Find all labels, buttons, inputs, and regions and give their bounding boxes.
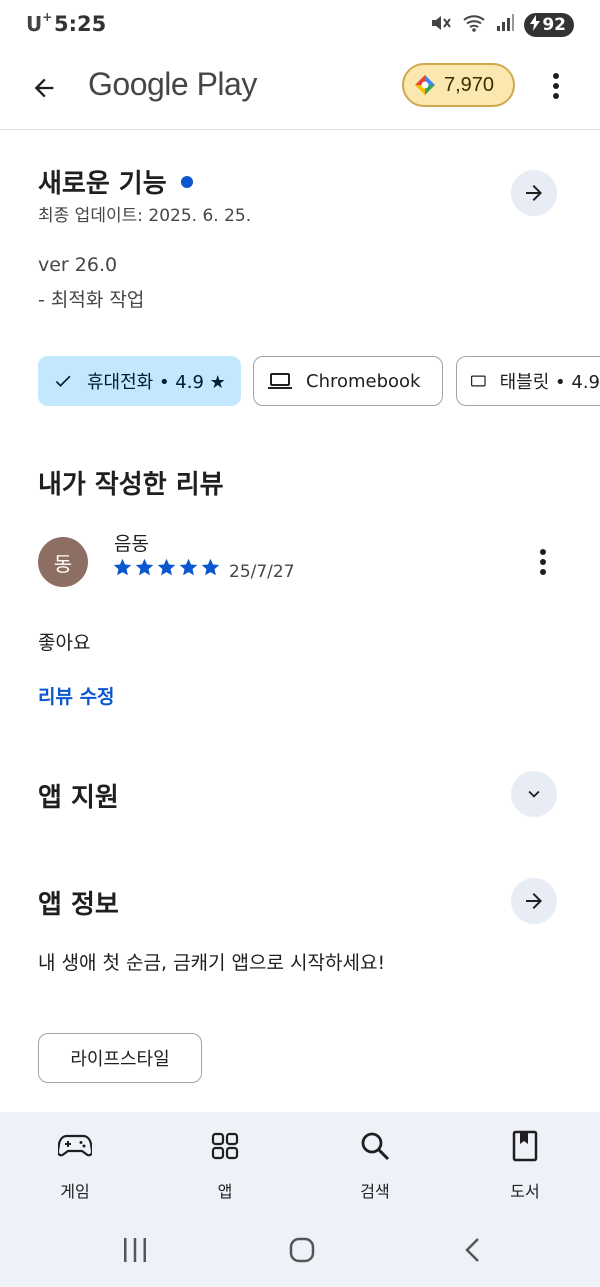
battery-level: 92 [542, 15, 566, 35]
battery-indicator: 92 [524, 13, 574, 37]
app-info-description: 내 생애 첫 순금, 금캐기 앱으로 시작하세요! [38, 952, 386, 974]
star-icon [113, 558, 132, 576]
apps-grid-icon [205, 1128, 245, 1164]
carrier-label: U+ [26, 10, 53, 36]
recent-apps-button[interactable] [110, 1225, 160, 1275]
device-chip-chromebook[interactable]: Chromebook [253, 356, 443, 406]
whats-new-title: 새로운 기능 [38, 163, 193, 200]
gamepad-icon [55, 1128, 95, 1164]
more-vert-icon [540, 549, 546, 575]
status-bar: U+ 5:25 92 [0, 0, 600, 50]
status-time: 5:25 [54, 12, 107, 36]
back-chevron-icon [465, 1238, 479, 1262]
nav-item-books[interactable]: 도서 [475, 1128, 575, 1202]
edit-review-link[interactable]: 리뷰 수정 [38, 682, 115, 709]
wifi-icon [462, 13, 486, 37]
search-icon [355, 1128, 395, 1164]
nav-item-apps[interactable]: 앱 [175, 1128, 275, 1202]
device-chip-tablet-label: 태블릿 • 4.9 [499, 372, 600, 393]
arrow-forward-icon [526, 185, 542, 201]
chevron-down-icon [528, 790, 540, 798]
signal-icon [496, 14, 515, 36]
avatar: 동 [38, 537, 88, 587]
more-options-button[interactable] [540, 70, 572, 102]
system-navigation-bar [0, 1225, 600, 1275]
home-button[interactable] [277, 1225, 327, 1275]
nav-label-books: 도서 [510, 1182, 540, 1201]
review-date: 25/7/27 [229, 562, 295, 582]
star-icon [135, 558, 154, 576]
star-icon [157, 558, 176, 576]
my-review-title: 내가 작성한 리뷰 [38, 470, 224, 500]
book-icon [505, 1128, 545, 1164]
version-text: ver 26.0 [38, 254, 118, 276]
nav-item-games[interactable]: 게임 [25, 1128, 125, 1202]
device-chip-phone[interactable]: 휴대전화 • 4.9 ★ [38, 356, 241, 406]
back-nav-button[interactable] [447, 1225, 497, 1275]
nav-item-search[interactable]: 검색 [325, 1128, 425, 1202]
charging-icon [530, 14, 541, 36]
app-title: Google Play [88, 66, 257, 102]
new-indicator-dot [180, 175, 193, 188]
tablet-icon [471, 375, 486, 387]
review-text: 좋아요 [38, 632, 91, 654]
last-updated-text: 최종 업데이트: 2025. 6. 25. [38, 206, 252, 226]
mute-icon [430, 13, 452, 37]
arrow-forward-icon [526, 893, 542, 909]
star-icon [201, 558, 220, 576]
star-icon [179, 558, 198, 576]
check-icon [55, 375, 71, 387]
points-value: 7,970 [444, 73, 495, 96]
category-tag-chip[interactable]: 라이프스타일 [38, 1033, 202, 1083]
home-icon [289, 1237, 315, 1263]
device-chip-phone-label: 휴대전화 • 4.9 ★ [87, 372, 226, 393]
nav-label-apps: 앱 [217, 1182, 233, 1201]
app-info-title: 앱 정보 [38, 890, 119, 920]
play-points-icon [415, 75, 435, 95]
app-support-expand-button[interactable] [511, 771, 557, 817]
star-rating [112, 557, 221, 578]
top-app-bar: Google Play 7,970 [0, 50, 600, 130]
device-chip-chromebook-label: Chromebook [306, 370, 421, 392]
whats-new-title-text: 새로운 기능 [38, 169, 167, 199]
nav-label-search: 검색 [360, 1182, 390, 1201]
app-info-arrow-button[interactable] [511, 878, 557, 924]
whats-new-arrow-button[interactable] [511, 170, 557, 216]
status-icons: 92 [430, 13, 574, 37]
recent-apps-icon [124, 1238, 146, 1262]
back-arrow-icon [34, 78, 54, 98]
version-note: - 최적화 작업 [38, 289, 145, 311]
app-support-title: 앱 지원 [38, 783, 119, 813]
nav-label-games: 게임 [60, 1182, 90, 1201]
review-more-button[interactable] [527, 546, 559, 578]
play-points-chip[interactable]: 7,970 [402, 63, 515, 107]
laptop-icon [268, 373, 292, 389]
more-vert-icon [553, 73, 559, 99]
back-button[interactable] [24, 68, 64, 108]
device-chip-tablet[interactable]: 태블릿 • 4.9 [456, 356, 600, 406]
reviewer-name: 음동 [114, 533, 149, 555]
